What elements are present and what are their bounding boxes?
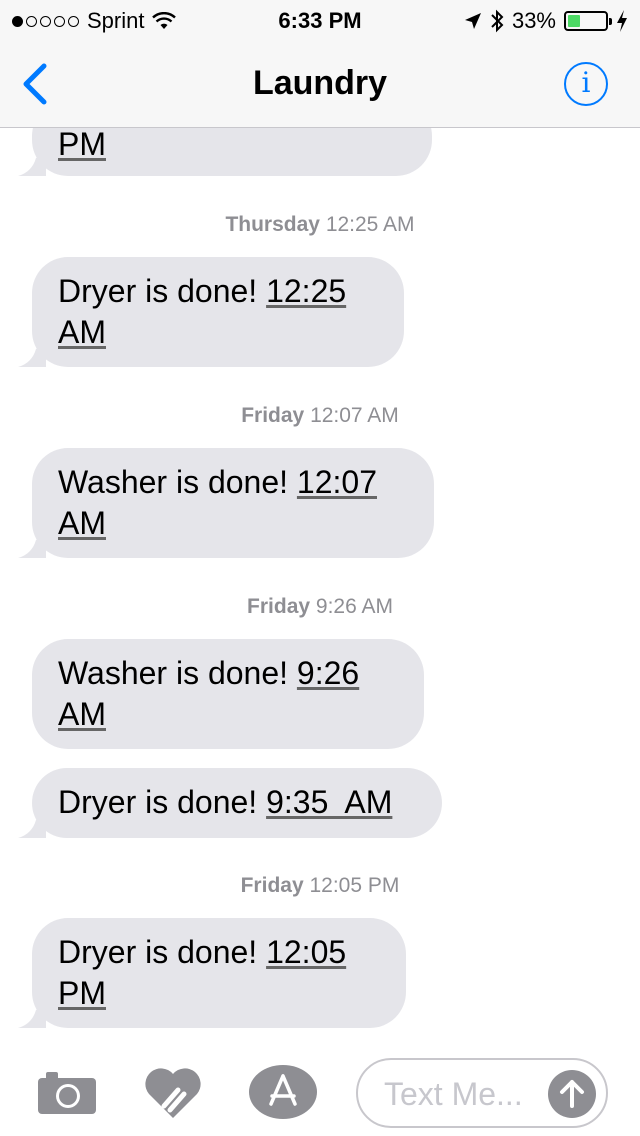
message-text: Dryer is done! (58, 934, 267, 970)
message-input-placeholder: Text Me... (384, 1076, 523, 1112)
bubble-tail (18, 816, 46, 838)
status-right: 33% (464, 8, 628, 34)
send-button[interactable] (548, 1070, 596, 1118)
timestamp-time: 9:26 AM (315, 595, 393, 618)
bluetooth-icon (491, 9, 504, 33)
app-store-icon (249, 1065, 317, 1119)
message-bubble[interactable]: Dryer is done! 12:25 AM (18, 257, 404, 367)
timestamp-day: Friday (247, 595, 311, 618)
message-time-link[interactable]: 12:25 (266, 273, 346, 309)
location-arrow-icon (464, 13, 481, 29)
timestamp: Thursday 12:25 AM (0, 213, 640, 237)
battery-level (568, 15, 580, 27)
battery-icon (564, 11, 612, 31)
bubble-tail (18, 1006, 46, 1028)
message-line: Dryer is done! 9:35 AM (58, 782, 416, 823)
message-time-link[interactable]: 12:07 (297, 464, 377, 500)
message-time-link[interactable]: 9:35 AM (266, 784, 392, 820)
bubble-tail (18, 536, 46, 558)
timestamp-day: Thursday (225, 213, 320, 236)
message-bubble[interactable]: Dryer is done! 9:35 AM (18, 768, 442, 838)
message-text: Dryer is done! (58, 784, 267, 820)
bubble-tail (18, 345, 46, 367)
message-input[interactable]: Text Me... (356, 1058, 608, 1128)
digital-touch-button[interactable] (144, 1066, 202, 1120)
timestamp-day: Friday (241, 404, 305, 427)
input-bar: Text Me... (0, 1048, 640, 1136)
timestamp: Friday 9:26 AM (0, 595, 640, 619)
camera-icon (38, 1072, 96, 1114)
message-time-link[interactable]: AM (58, 314, 106, 350)
message-time-link[interactable]: AM (58, 696, 106, 732)
message-bubble[interactable]: Washer is done! 9:26 AM (32, 639, 424, 749)
camera-button[interactable] (38, 1070, 96, 1114)
charging-bolt-icon (617, 10, 627, 32)
message-time-link[interactable]: 12:05 (266, 934, 346, 970)
battery-percent: 33% (511, 8, 556, 33)
message-line: Washer is done! 12:07 (58, 462, 408, 503)
message-time-link[interactable]: 9:26 (297, 655, 359, 691)
status-bar: Sprint 6:33 PM 33% (0, 0, 640, 40)
timestamp-time: 12:25 AM (325, 213, 415, 236)
app-store-button[interactable] (248, 1064, 318, 1120)
message-line: Washer is done! 9:26 (58, 653, 398, 694)
conversation-title: Laundry (252, 64, 388, 102)
timestamp-day: Friday (240, 874, 304, 897)
message-bubble[interactable]: Dryer is done! 12:05 PM (18, 918, 406, 1028)
message-text: Washer is done! (58, 464, 297, 500)
conversation: PM Thursday 12:25 AM Dryer is done! 12:2… (0, 0, 640, 1136)
message-time-link[interactable]: AM (58, 505, 106, 541)
info-button[interactable]: i (564, 62, 608, 106)
timestamp-time: 12:05 PM (309, 874, 400, 897)
message-line: Dryer is done! 12:25 (58, 271, 378, 312)
timestamp-time: 12:07 AM (310, 404, 399, 427)
send-arrow-icon (560, 1080, 584, 1108)
bubble-tail (18, 154, 46, 176)
message-time-link[interactable]: PM (58, 126, 106, 162)
message-bubble[interactable]: Washer is done! 12:07 AM (18, 448, 434, 558)
message-text: Dryer is done! (58, 273, 267, 309)
digital-touch-icon (145, 1068, 201, 1118)
message-time-link[interactable]: PM (58, 975, 106, 1011)
timestamp: Friday 12:07 AM (0, 404, 640, 428)
message-line: Dryer is done! 12:05 (58, 932, 380, 973)
info-icon: i (581, 66, 591, 99)
timestamp: Friday 12:05 PM (0, 874, 640, 898)
nav-bar: Laundry i (0, 40, 640, 128)
message-text: Washer is done! (58, 655, 297, 691)
